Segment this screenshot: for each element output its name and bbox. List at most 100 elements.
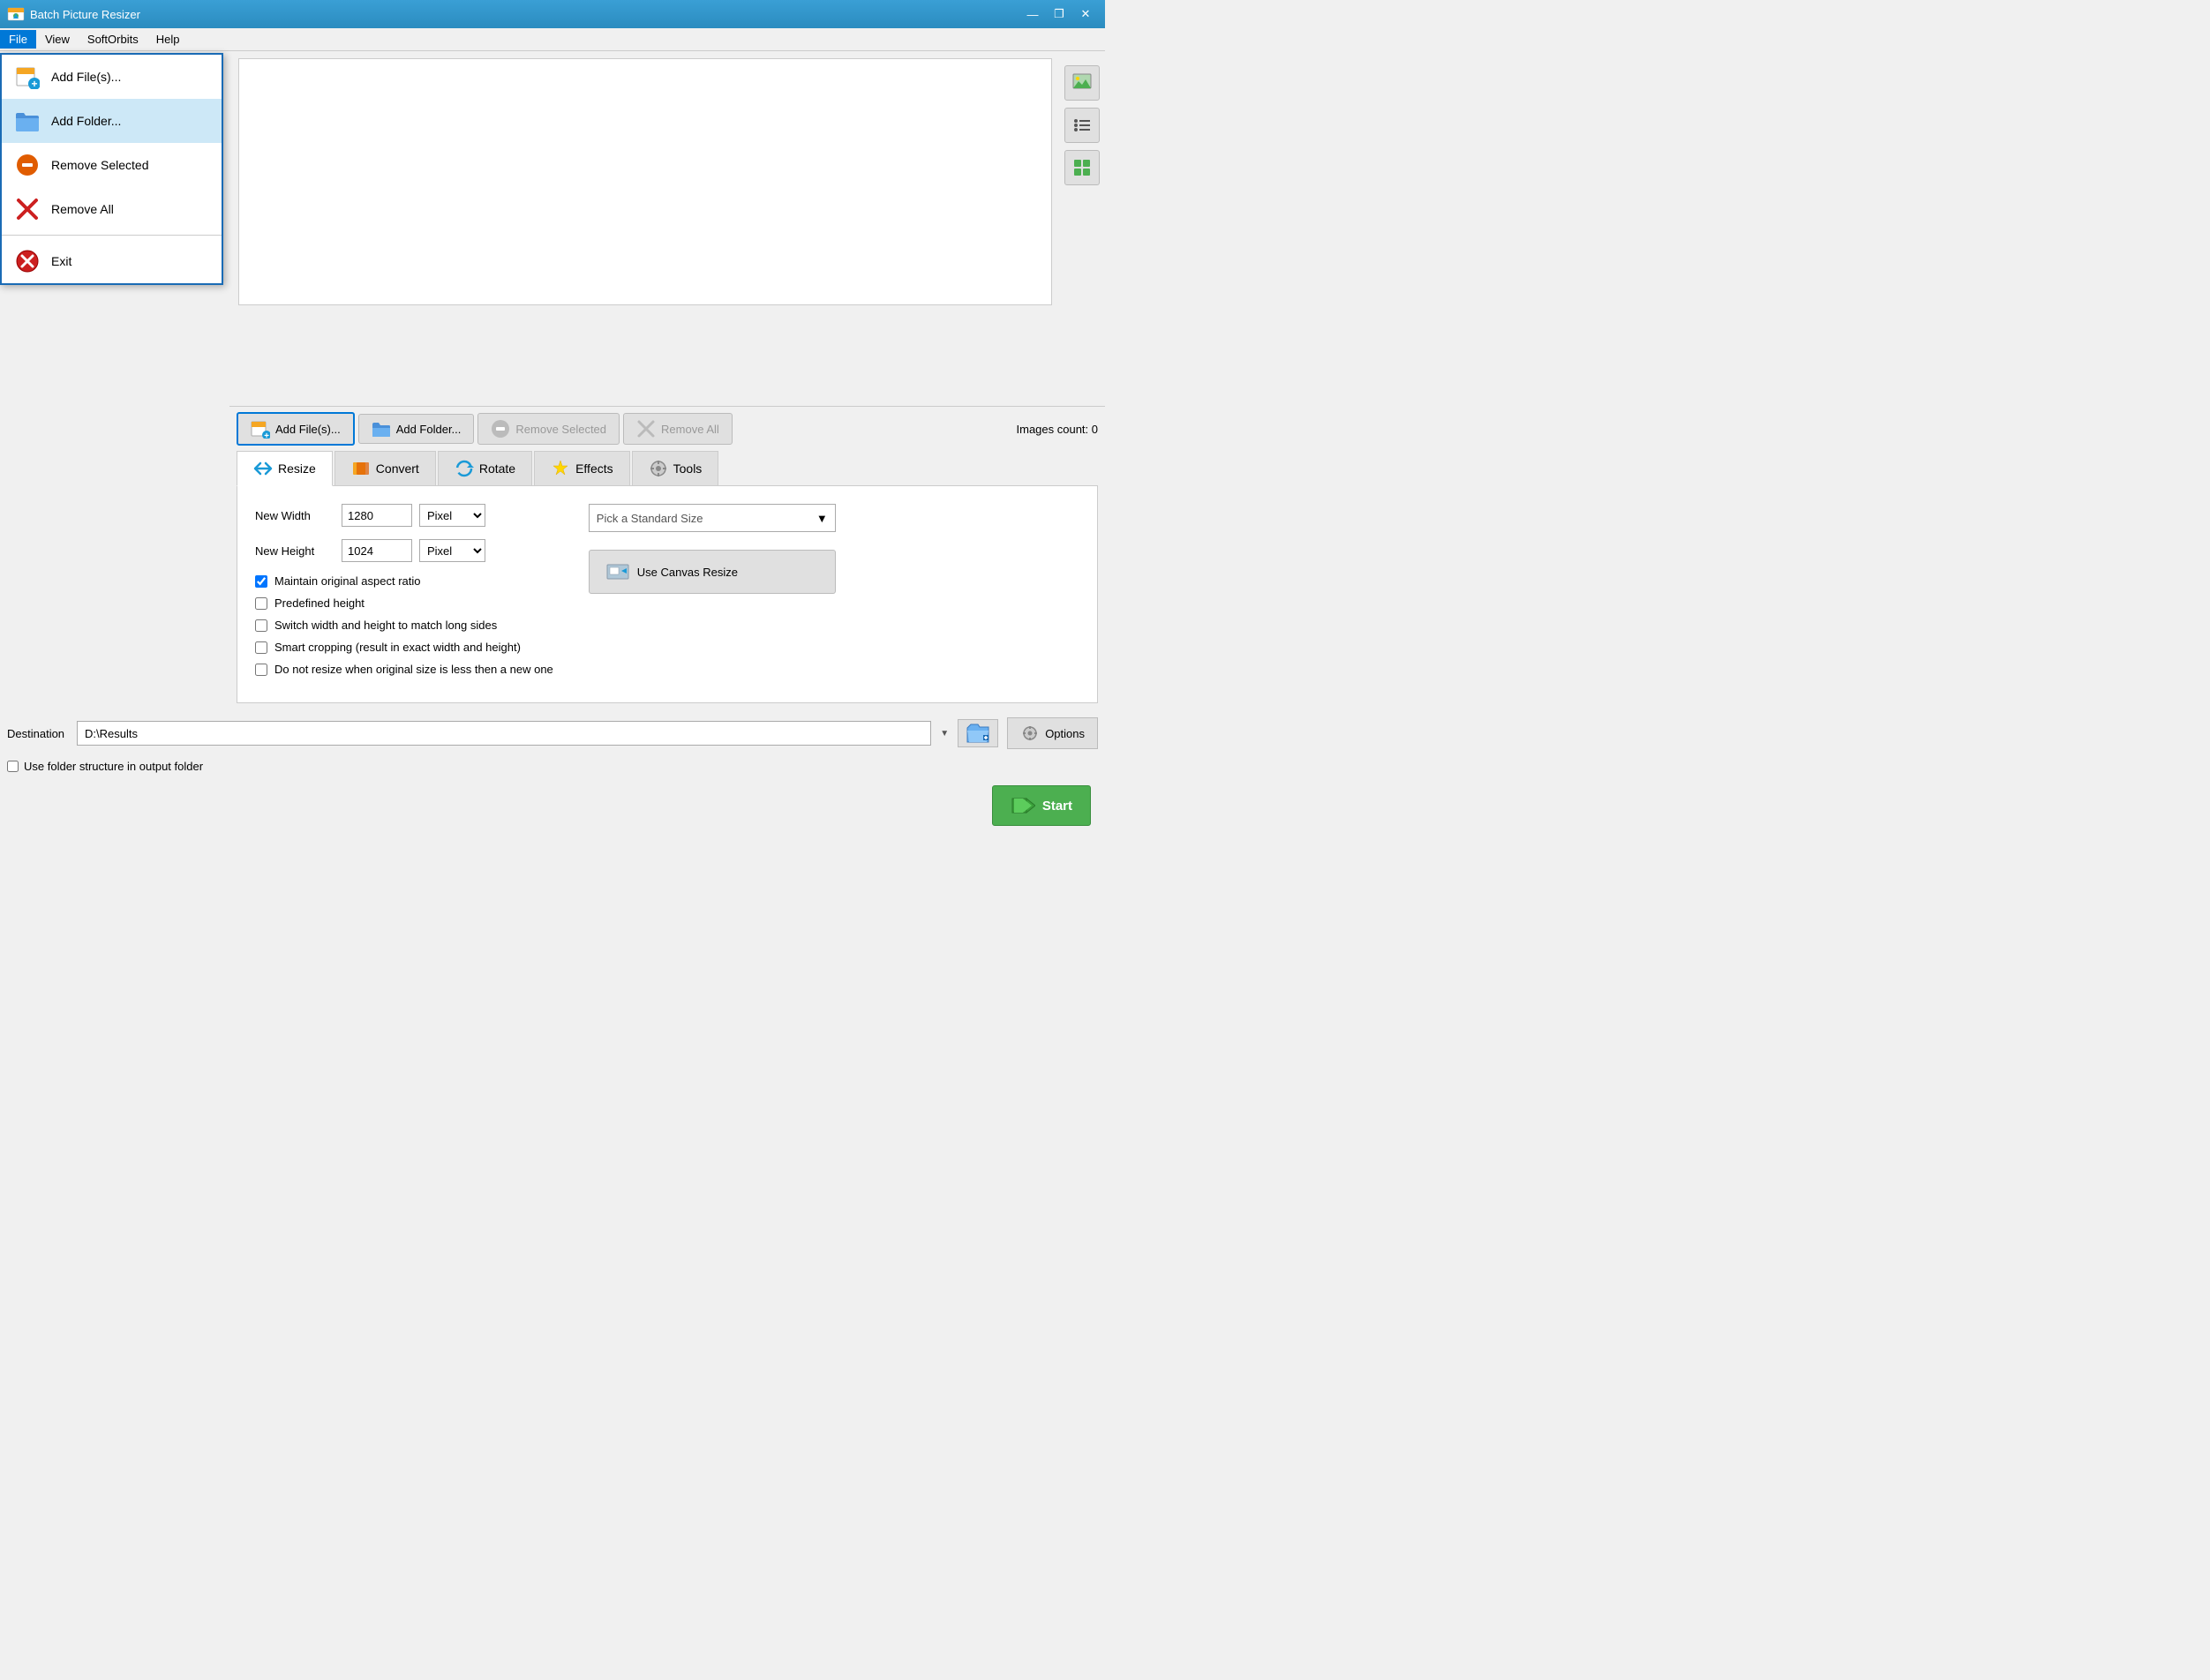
minimize-button[interactable]: — [1020,4,1045,24]
tab-convert[interactable]: Convert [335,451,436,485]
right-sidebar [1059,58,1105,192]
checkbox-switch-sides: Switch width and height to match long si… [255,619,553,632]
remove-selected-label: Remove Selected [515,423,606,436]
dropdown-dest-icon: ▼ [940,729,949,739]
dropdown-add-files-label: Add File(s)... [51,70,121,84]
checkbox-predefined-height: Predefined height [255,596,553,610]
switch-sides-checkbox[interactable] [255,619,267,632]
dropdown-exit[interactable]: Exit [2,239,222,283]
image-view-button[interactable] [1064,65,1100,101]
rotate-icon [455,459,474,478]
dropdown-arrow-icon: ▼ [816,512,828,525]
switch-sides-label: Switch width and height to match long si… [274,619,497,632]
height-label: New Height [255,544,335,558]
start-label: Start [1042,799,1072,814]
start-button[interactable]: Start [992,785,1091,826]
height-input[interactable] [342,539,412,562]
predefined-height-checkbox[interactable] [255,597,267,610]
width-input[interactable] [342,504,412,527]
width-row: New Width Pixel Percent [255,504,553,527]
bottom-section: Destination ▼ [0,710,1105,835]
width-label: New Width [255,509,335,522]
title-bar: Batch Picture Resizer — ❐ ✕ [0,0,1105,28]
file-list-area[interactable] [238,58,1052,305]
tab-tools[interactable]: Tools [632,451,719,485]
canvas-resize-button[interactable]: Use Canvas Resize [589,550,836,594]
exit-icon [14,248,41,274]
no-resize-label: Do not resize when original size is less… [274,663,553,676]
tab-resize[interactable]: Resize [237,451,333,486]
remove-selected-button[interactable]: Remove Selected [477,413,620,445]
add-folder-label: Add Folder... [396,423,462,436]
remove-all-icon [14,196,41,222]
browse-destination-button[interactable] [958,719,998,747]
dropdown-remove-all-label: Remove All [51,202,114,216]
menu-file[interactable]: File [0,30,36,49]
options-button[interactable]: Options [1007,717,1098,749]
width-unit-select[interactable]: Pixel Percent [419,504,485,527]
close-button[interactable]: ✕ [1073,4,1098,24]
tab-convert-label: Convert [376,461,419,476]
no-resize-checkbox[interactable] [255,664,267,676]
effects-icon [551,459,570,478]
resize-icon [253,459,273,478]
add-folder-button[interactable]: Add Folder... [358,414,475,444]
remove-all-label: Remove All [661,423,719,436]
dropdown-add-files[interactable]: + Add File(s)... [2,55,222,99]
tab-section: Resize Convert Rotate [237,451,1098,703]
add-files-label: Add File(s)... [275,423,341,436]
convert-icon [351,459,371,478]
tab-resize-label: Resize [278,461,316,476]
menu-view[interactable]: View [36,30,79,49]
dropdown-add-folder-label: Add Folder... [51,114,121,128]
tab-effects[interactable]: Effects [534,451,630,485]
grid-view-button[interactable] [1064,150,1100,185]
add-folder-icon [14,108,41,134]
maximize-button[interactable]: ❐ [1047,4,1071,24]
window-controls: — ❐ ✕ [1020,4,1098,24]
add-files-icon: + [14,64,41,90]
tab-bar: Resize Convert Rotate [237,451,1098,486]
dropdown-exit-label: Exit [51,254,71,268]
tab-content-resize: New Width Pixel Percent New Height Pixel [237,486,1098,703]
smart-crop-label: Smart cropping (result in exact width an… [274,641,521,654]
standard-size-dropdown[interactable]: Pick a Standard Size ▼ [589,504,836,532]
tools-icon [649,459,668,478]
tab-rotate-label: Rotate [479,461,515,476]
menu-softorbits[interactable]: SoftOrbits [79,30,147,49]
dropdown-remove-all[interactable]: Remove All [2,187,222,231]
dropdown-add-folder[interactable]: Add Folder... [2,99,222,143]
standard-size-label: Pick a Standard Size [597,512,813,525]
checkbox-aspect-ratio: Maintain original aspect ratio [255,574,553,588]
checkbox-smart-crop: Smart cropping (result in exact width an… [255,641,553,654]
list-view-button[interactable] [1064,108,1100,143]
height-unit-select[interactable]: Pixel Percent [419,539,485,562]
smart-crop-checkbox[interactable] [255,641,267,654]
add-files-button[interactable]: + Add File(s)... [237,412,355,446]
destination-input[interactable] [77,721,931,746]
dropdown-remove-selected-label: Remove Selected [51,158,149,172]
aspect-ratio-checkbox[interactable] [255,575,267,588]
start-icon [1011,795,1035,816]
use-folder-label: Use folder structure in output folder [24,760,203,773]
options-label: Options [1045,727,1085,740]
height-row: New Height Pixel Percent [255,539,553,562]
use-folder-row: Use folder structure in output folder [0,756,1105,776]
gear-icon [1020,724,1040,743]
menu-help[interactable]: Help [147,30,189,49]
canvas-resize-icon [605,559,630,584]
destination-bar: Destination ▼ [0,710,1105,756]
tab-tools-label: Tools [673,461,703,476]
aspect-ratio-label: Maintain original aspect ratio [274,574,420,588]
tab-rotate[interactable]: Rotate [438,451,532,485]
checkbox-no-resize: Do not resize when original size is less… [255,663,553,676]
use-folder-checkbox[interactable] [7,761,19,772]
file-dropdown-menu: + Add File(s)... Add Folder... Remove Se… [0,53,223,285]
remove-all-button[interactable]: Remove All [623,413,733,445]
predefined-height-label: Predefined height [274,596,365,610]
svg-text:+: + [264,431,269,439]
dropdown-remove-selected[interactable]: Remove Selected [2,143,222,187]
dropdown-separator [2,235,222,236]
svg-text:+: + [31,78,37,89]
images-count: Images count: 0 [1017,423,1099,436]
